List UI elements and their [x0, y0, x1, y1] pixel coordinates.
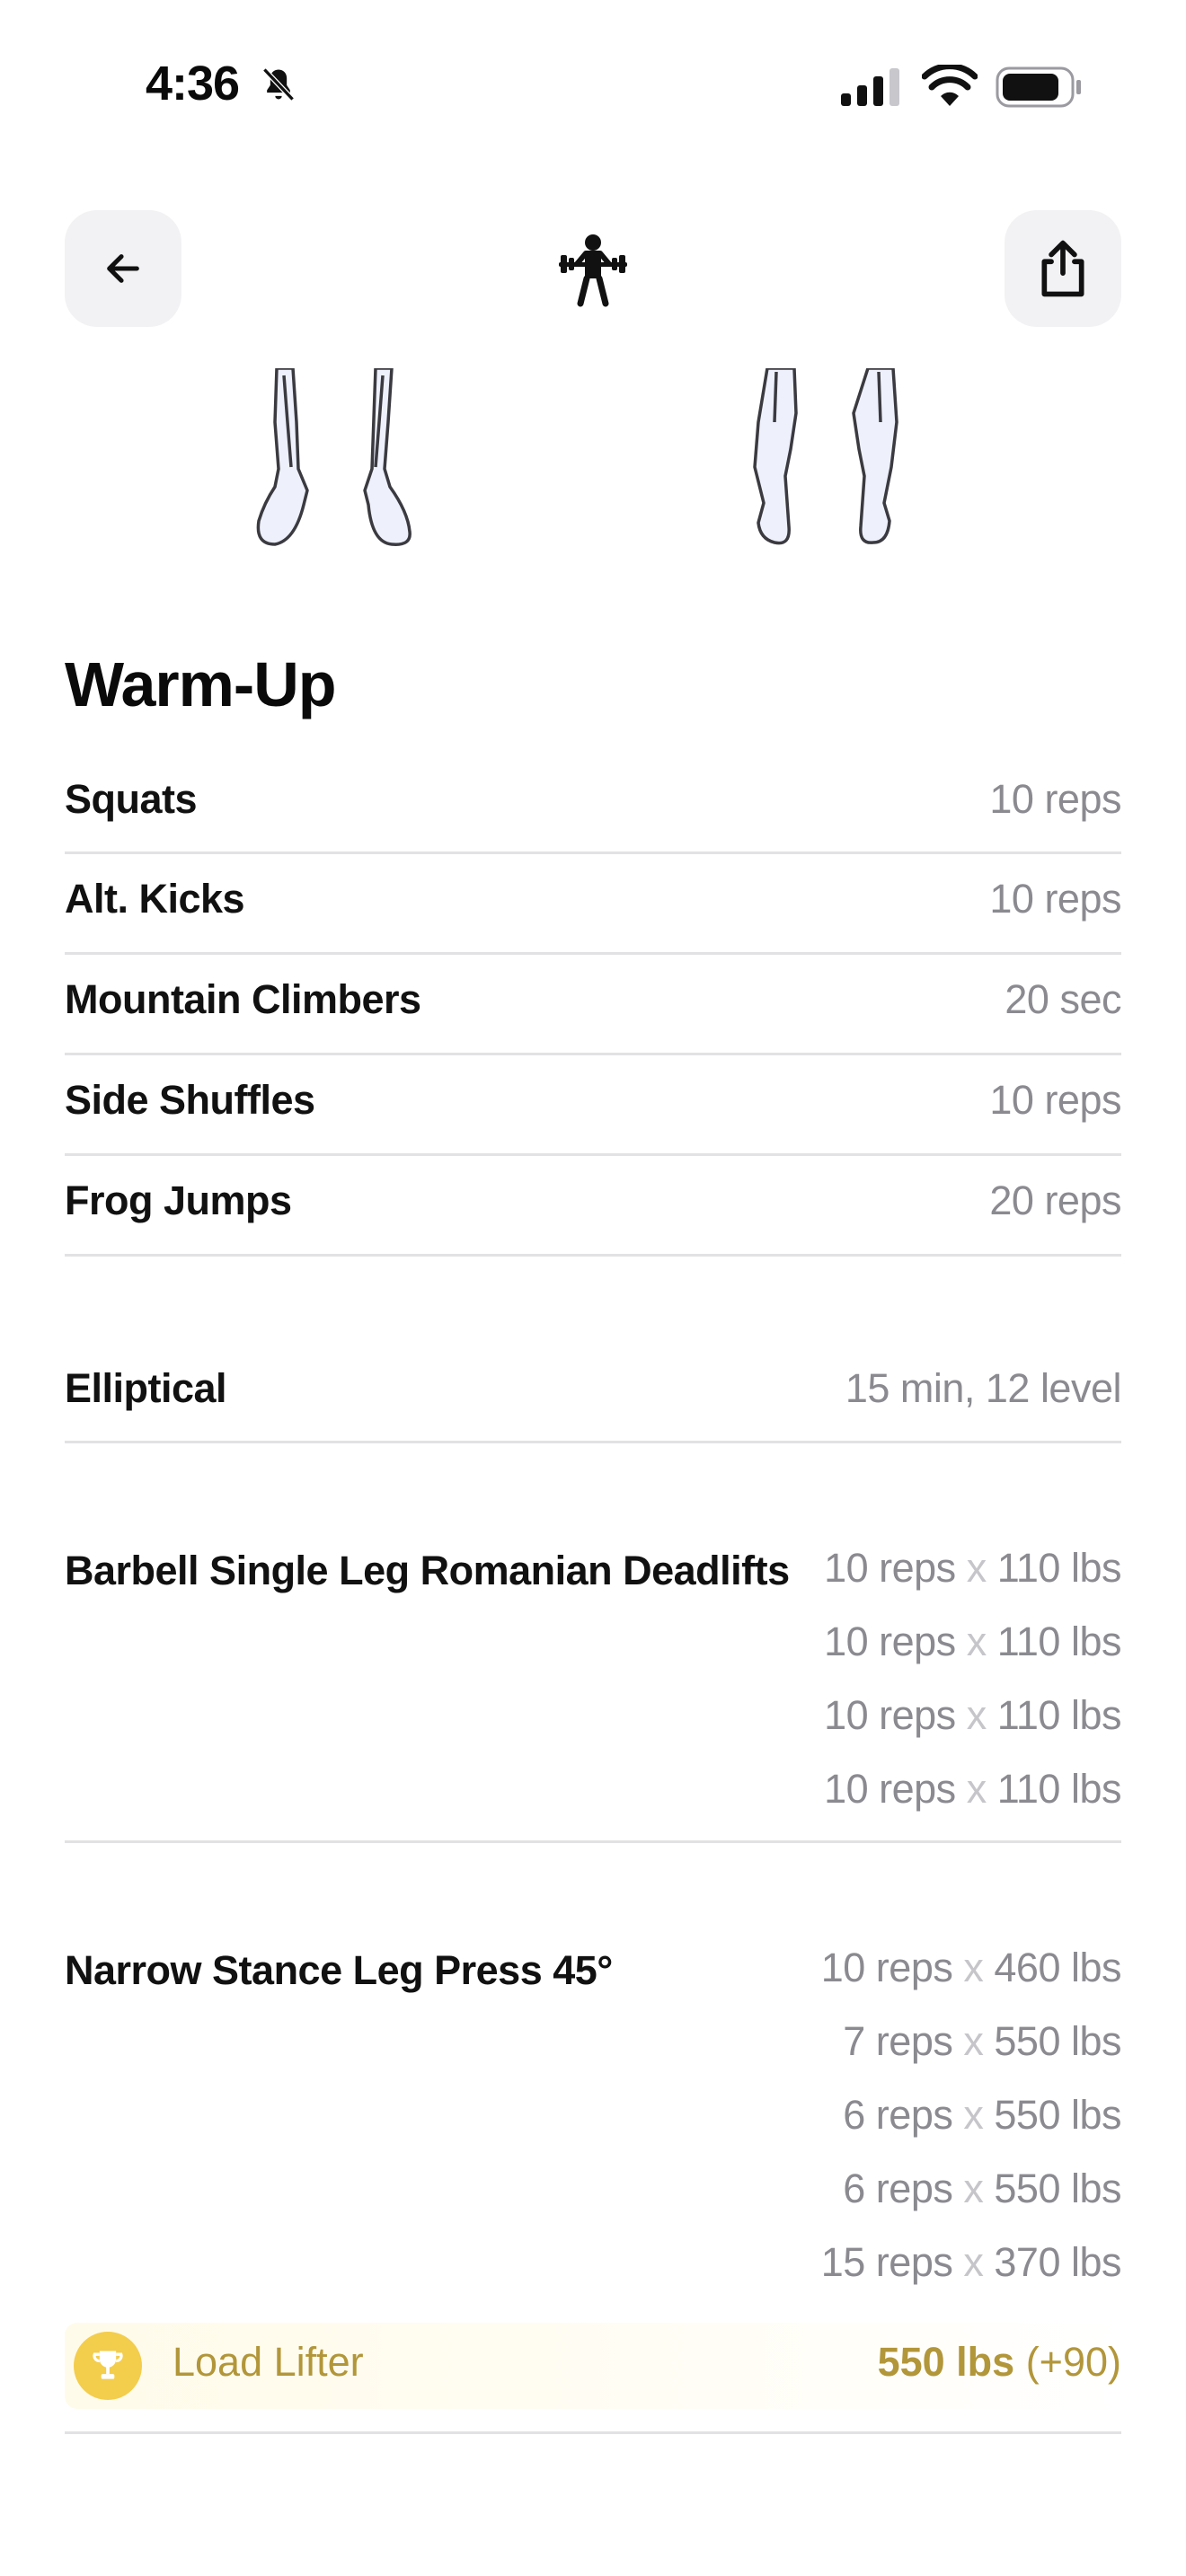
warmup-row: Mountain Climbers 20 sec [65, 955, 1121, 1055]
cellular-signal-icon [841, 68, 899, 106]
trophy-icon [74, 2332, 142, 2400]
set-line: 10 reps x 110 lbs [824, 1692, 1121, 1738]
set-list: 10 reps x 460 lbs 7 reps x 550 lbs 6 rep… [820, 1931, 1122, 2299]
share-button[interactable] [1005, 210, 1121, 327]
exercise-value: 10 reps [989, 876, 1121, 922]
achievement-value: 550 lbs (+90) [877, 2339, 1121, 2385]
set-line: 10 reps x 110 lbs [824, 1545, 1121, 1591]
exercise-name: Narrow Stance Leg Press 45° [65, 1947, 613, 1993]
exercise-name: Barbell Single Leg Romanian Deadlifts [65, 1548, 790, 1593]
exercise-name: Side Shuffles [65, 1077, 315, 1123]
battery-icon [996, 66, 1081, 108]
exercise-name: Alt. Kicks [65, 876, 245, 922]
bell-slash-icon [262, 67, 295, 101]
warmup-row: Side Shuffles 10 reps [65, 1055, 1121, 1156]
set-line: 6 reps x 550 lbs [843, 2092, 1121, 2138]
exercise-value: 10 reps [989, 776, 1121, 822]
warmup-row: Alt. Kicks 10 reps [65, 854, 1121, 955]
exercise-name: Mountain Climbers [65, 976, 421, 1022]
set-line: 10 reps x 110 lbs [824, 1619, 1121, 1664]
exercise-value: 10 reps [989, 1077, 1121, 1123]
set-line: 6 reps x 550 lbs [843, 2166, 1121, 2211]
set-line: 10 reps x 460 lbs [820, 1945, 1122, 1990]
warmup-row: Frog Jumps 20 reps [65, 1156, 1121, 1257]
set-line: 7 reps x 550 lbs [843, 2018, 1121, 2064]
achievement-label: Load Lifter [173, 2339, 364, 2385]
muscle-map-illustration [256, 368, 898, 546]
exercise-row-deadlifts: Barbell Single Leg Romanian Deadlifts 10… [65, 1443, 1122, 1843]
status-time: 4:36 [146, 57, 240, 110]
exercise-row-elliptical: Elliptical 15 min, 12 level [65, 1257, 1122, 1443]
warmup-row: Squats 10 reps [65, 765, 1121, 854]
exercise-name: Elliptical [65, 1365, 227, 1411]
section-title-warmup: Warm-Up [65, 649, 337, 719]
set-list: 10 reps x 110 lbs 10 reps x 110 lbs 10 r… [824, 1531, 1121, 1826]
arrow-left-icon [107, 254, 139, 283]
exercise-value: 20 sec [1005, 976, 1121, 1022]
wifi-icon [922, 65, 978, 106]
exercise-value: 15 min, 12 level [845, 1365, 1122, 1411]
set-line: 15 reps x 370 lbs [820, 2239, 1122, 2285]
exercise-name: Squats [65, 776, 198, 822]
share-icon [1041, 240, 1084, 297]
set-line: 10 reps x 110 lbs [824, 1766, 1121, 1812]
exercise-name: Frog Jumps [65, 1178, 292, 1223]
back-button[interactable] [65, 210, 181, 327]
weightlifter-icon [559, 234, 627, 307]
exercise-value: 20 reps [989, 1178, 1121, 1223]
achievement-banner: Load Lifter 550 lbs (+90) [65, 2323, 1121, 2409]
